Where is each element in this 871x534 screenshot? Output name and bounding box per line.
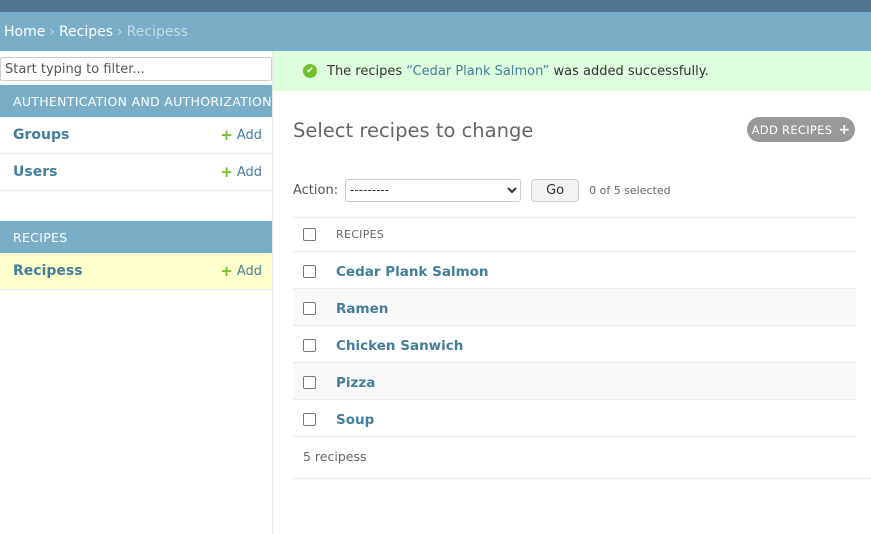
check-circle-icon: ✔ — [303, 64, 317, 78]
page-title: Select recipes to change — [293, 119, 534, 142]
breadcrumb-home[interactable]: Home — [4, 24, 45, 40]
plus-icon: + — [838, 121, 851, 138]
action-label: Action: — [293, 182, 339, 198]
paginator: 5 recipess — [293, 435, 871, 479]
add-users-link[interactable]: + Add — [220, 163, 262, 181]
module-auth-header[interactable]: AUTHENTICATION AND AUTHORIZATION — [0, 85, 272, 117]
add-recipes-label: ADD RECIPES — [751, 122, 833, 137]
row-checkbox[interactable] — [303, 338, 316, 352]
sidebar-item-users: Users + Add — [0, 154, 272, 191]
sidebar-filter-input[interactable] — [0, 57, 272, 81]
table-row: Ramen — [293, 288, 856, 326]
recipe-link[interactable]: Cedar Plank Salmon — [336, 264, 489, 280]
table-row: Cedar Plank Salmon — [293, 252, 856, 289]
recipe-link[interactable]: Ramen — [336, 301, 388, 317]
sidebar-item-groups: Groups + Add — [0, 117, 272, 154]
column-header-recipes[interactable]: RECIPES — [336, 218, 856, 252]
selection-counter: 0 of 5 selected — [589, 183, 671, 197]
breadcrumb-separator: › — [117, 23, 123, 40]
select-all-checkbox[interactable] — [303, 228, 316, 242]
add-label: Add — [236, 263, 262, 279]
message-object-link[interactable]: “Cedar Plank Salmon” — [406, 64, 549, 79]
actions-bar: Action: --------- Go 0 of 5 selected — [293, 178, 671, 202]
row-checkbox[interactable] — [303, 264, 316, 278]
table-header-row: RECIPES — [293, 217, 856, 252]
row-checkbox[interactable] — [303, 301, 316, 315]
add-label: Add — [236, 127, 262, 143]
results-table: RECIPES Cedar Plank Salmon Ramen Chicken… — [293, 217, 856, 437]
content: ✔ The recipes “Cedar Plank Salmon” was a… — [273, 51, 871, 534]
table-row: Pizza — [293, 362, 856, 400]
recipe-link[interactable]: Pizza — [336, 375, 375, 391]
module-auth: AUTHENTICATION AND AUTHORIZATION Groups … — [0, 85, 272, 191]
sidebar-item-recipess: Recipess + Add — [0, 253, 272, 290]
breadcrumb-separator: › — [49, 23, 55, 40]
add-icon: + — [220, 126, 233, 144]
breadcrumb: Home › Recipes › Recipess — [0, 12, 871, 51]
go-button[interactable]: Go — [531, 178, 580, 202]
breadcrumb-current: Recipess — [126, 23, 189, 40]
table-row: Soup — [293, 400, 856, 437]
message-prefix: The recipes — [327, 63, 407, 79]
add-recipess-link[interactable]: + Add — [220, 262, 262, 280]
message-suffix: was added successfully. — [549, 63, 709, 79]
module-recipes: RECIPES Recipess + Add — [0, 221, 272, 290]
sidebar-item-recipess-link[interactable]: Recipess — [13, 263, 83, 279]
add-icon: + — [220, 262, 233, 280]
add-label: Add — [236, 164, 262, 180]
sidebar-item-users-link[interactable]: Users — [13, 164, 57, 180]
action-select[interactable]: --------- — [345, 178, 522, 202]
table-row: Chicken Sanwich — [293, 326, 856, 363]
module-recipes-header[interactable]: RECIPES — [0, 221, 272, 253]
add-recipes-button[interactable]: ADD RECIPES + — [747, 117, 855, 142]
add-icon: + — [220, 163, 233, 181]
top-bar — [0, 0, 871, 12]
sidebar-item-groups-link[interactable]: Groups — [13, 127, 69, 143]
success-message: ✔ The recipes “Cedar Plank Salmon” was a… — [273, 51, 871, 91]
recipe-link[interactable]: Chicken Sanwich — [336, 338, 463, 354]
row-checkbox[interactable] — [303, 375, 316, 389]
recipe-link[interactable]: Soup — [336, 412, 374, 428]
add-groups-link[interactable]: + Add — [220, 126, 262, 144]
row-checkbox[interactable] — [303, 412, 316, 426]
breadcrumb-app[interactable]: Recipes — [59, 24, 113, 40]
sidebar: AUTHENTICATION AND AUTHORIZATION Groups … — [0, 51, 273, 534]
